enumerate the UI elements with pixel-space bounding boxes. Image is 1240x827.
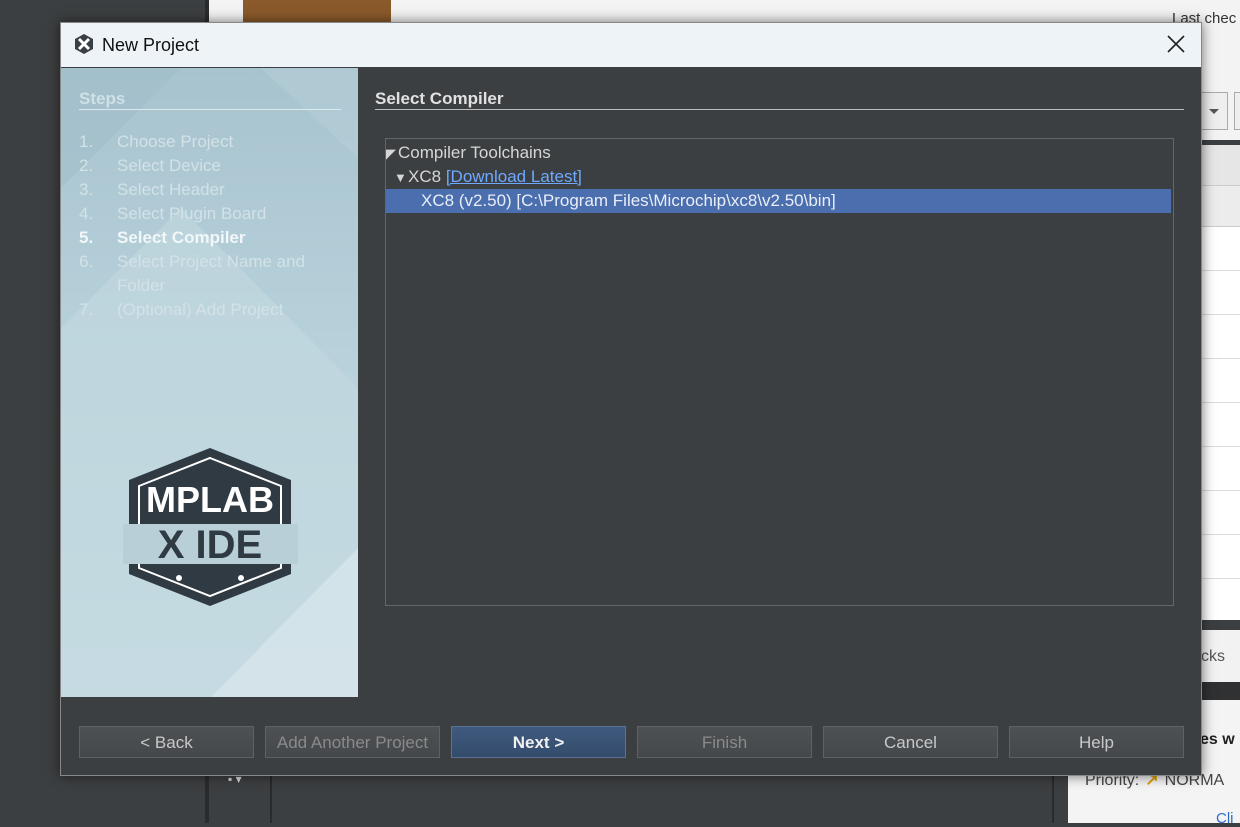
download-latest-link[interactable]: [Download Latest] <box>446 167 582 186</box>
table-row[interactable] <box>1200 403 1240 447</box>
table-row[interactable] <box>1200 447 1240 491</box>
table-row[interactable] <box>1200 359 1240 403</box>
step-select-device: 2. Select Device <box>79 156 221 175</box>
expanded-triangle-icon[interactable]: ▼ <box>394 166 408 190</box>
compiler-tree[interactable]: ◤ Compiler Toolchains ▼XC8 [Download Late… <box>385 138 1174 606</box>
ide-divider <box>270 776 272 823</box>
table-row[interactable] <box>1200 535 1240 579</box>
steps-heading: Steps <box>79 89 126 108</box>
add-another-project-button[interactable]: Add Another Project <box>265 726 440 758</box>
ide-banner-image <box>243 0 391 22</box>
back-button[interactable]: < Back <box>79 726 254 758</box>
cancel-button[interactable]: Cancel <box>823 726 998 758</box>
title-divider <box>375 109 1184 110</box>
page-title: Select Compiler <box>375 89 504 108</box>
table-row[interactable] <box>1200 227 1240 271</box>
step-select-project-name: 6. Select Project Name and <box>79 252 306 271</box>
step-select-header: 3. Select Header <box>79 180 225 199</box>
logo-text-mplab: MPLAB <box>146 479 274 520</box>
tree-item-xc8-v250[interactable]: XC8 (v2.50) [C:\Program Files\Microchip\… <box>386 189 1171 213</box>
step-add-project: 7. (Optional) Add Project <box>79 300 284 319</box>
mplab-x-ide-logo: MPLAB X IDE <box>123 448 298 606</box>
ide-table-subheader <box>1200 186 1240 227</box>
step-select-compiler: 5. Select Compiler <box>79 228 246 247</box>
ide-table-header <box>1200 145 1240 186</box>
ide-bold-heading: es w <box>1200 731 1235 748</box>
steps-divider <box>79 109 341 110</box>
logo-text-xide: X IDE <box>158 523 262 567</box>
dialog-titlebar[interactable]: New Project <box>61 23 1201 67</box>
ide-bottom-panel <box>209 776 1068 823</box>
tree-node-compiler-toolchains[interactable]: ◤ Compiler Toolchains <box>386 141 1171 165</box>
ide-combo-dropdown-2[interactable] <box>1234 92 1240 130</box>
finish-button[interactable]: Finish <box>637 726 812 758</box>
expanded-triangle-icon[interactable]: ◤ <box>386 142 398 166</box>
ide-link[interactable]: Cli <box>1216 810 1234 827</box>
table-row[interactable] <box>1200 271 1240 315</box>
step-select-project-folder: Folder <box>117 276 166 295</box>
ide-table <box>1200 145 1240 620</box>
new-project-dialog: New Project Steps 1. Choose Project 2. Sel… <box>60 22 1202 776</box>
steps-panel: Steps 1. Choose Project 2. Select Device 3… <box>61 68 358 697</box>
table-row[interactable] <box>1200 315 1240 359</box>
close-icon[interactable] <box>1159 29 1193 61</box>
dialog-title: New Project <box>102 35 200 55</box>
table-row[interactable] <box>1200 491 1240 535</box>
ide-packs-tab[interactable]: cks <box>1201 648 1225 666</box>
tree-node-xc8[interactable]: ▼XC8 [Download Latest] <box>386 165 1171 189</box>
help-button[interactable]: Help <box>1009 726 1184 758</box>
ide-divider <box>1052 776 1054 823</box>
ide-combo-dropdown[interactable] <box>1200 92 1228 130</box>
mplab-app-icon <box>75 34 93 54</box>
step-select-plugin-board: 4. Select Plugin Board <box>79 204 267 223</box>
next-button[interactable]: Next > <box>451 726 626 758</box>
step-choose-project: 1. Choose Project <box>79 132 234 151</box>
